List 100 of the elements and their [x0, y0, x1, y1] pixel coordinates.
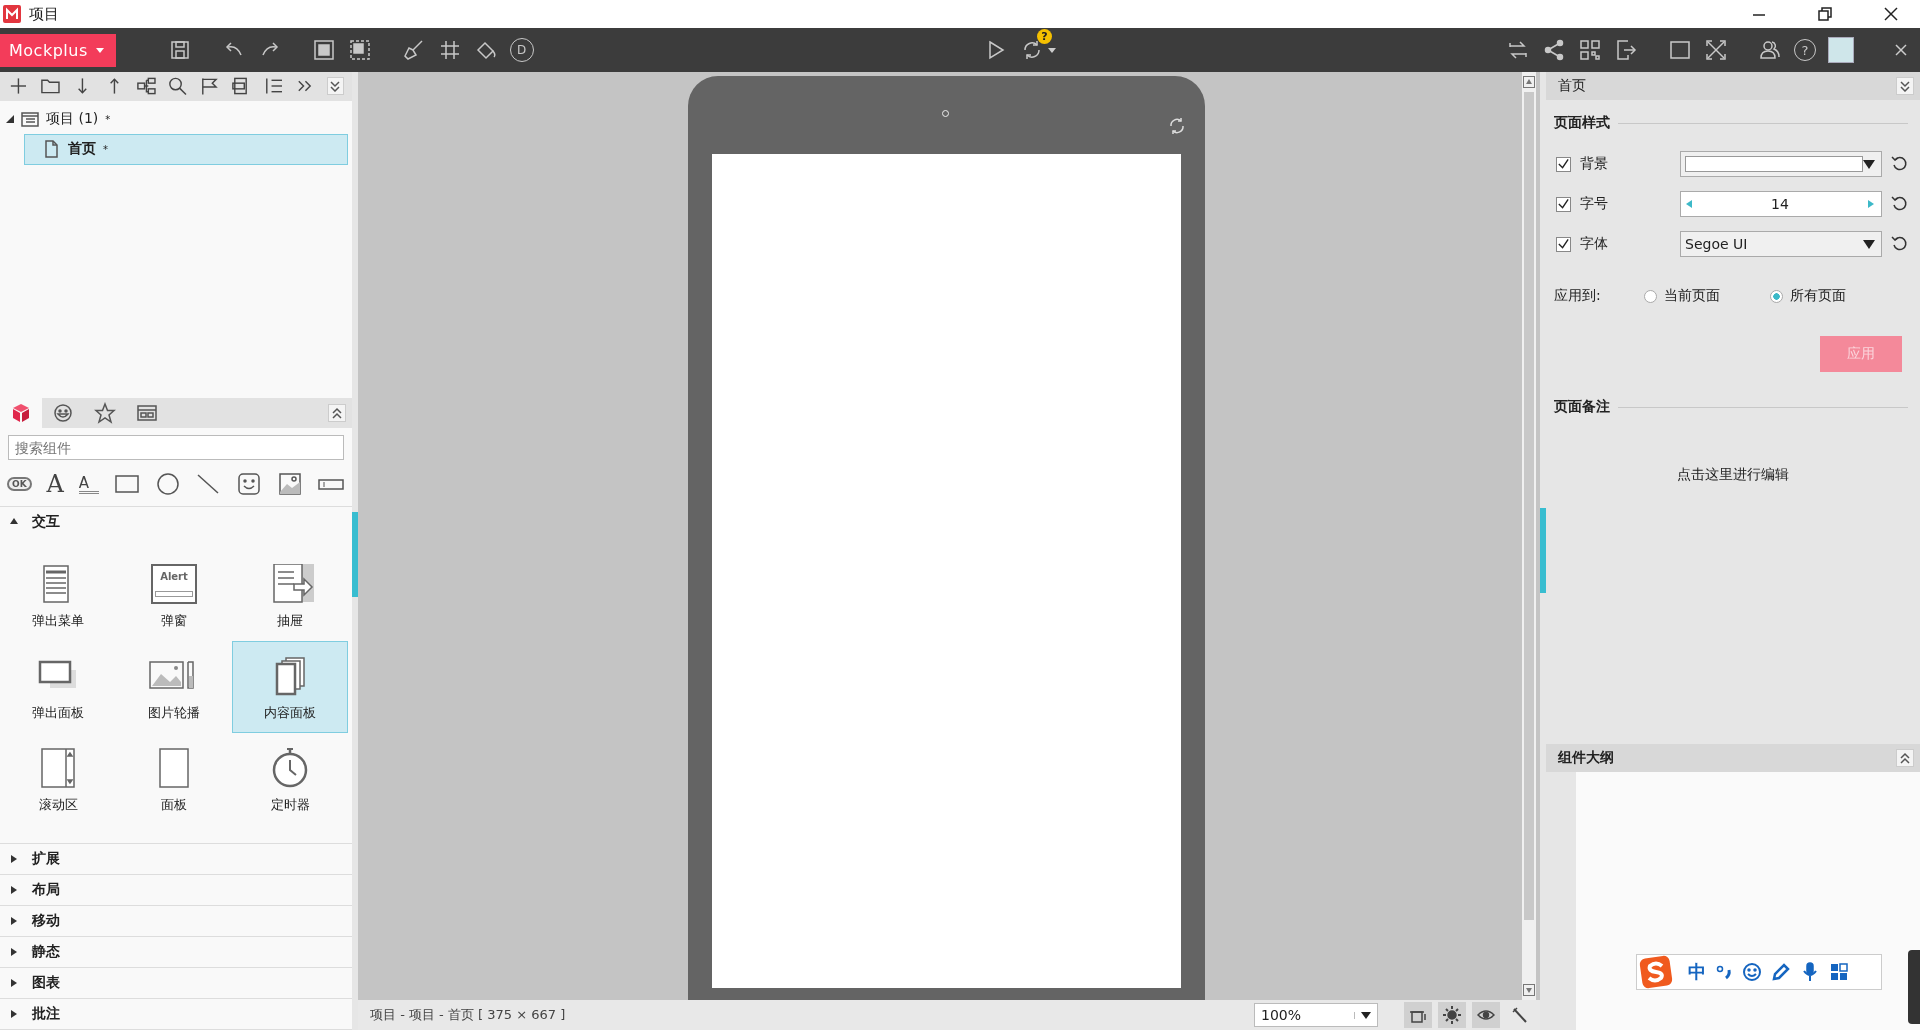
layout-icon — [136, 402, 158, 424]
collapse-button[interactable] — [326, 77, 344, 96]
fullscreen-icon[interactable] — [1704, 38, 1728, 62]
notes-placeholder[interactable]: 点击这里进行编辑 — [1677, 466, 1789, 484]
expand-triangle-icon — [10, 886, 18, 894]
collapse-button[interactable] — [1896, 749, 1914, 767]
checkbox[interactable] — [1556, 156, 1571, 172]
smiley-icon — [52, 402, 74, 424]
modified-mark: * — [103, 143, 108, 155]
punctuation-icon[interactable] — [1715, 963, 1733, 981]
expand-triangle-icon — [10, 518, 18, 526]
component-item[interactable]: 定时器 — [232, 733, 348, 825]
component-item[interactable]: 弹出菜单 — [0, 549, 116, 641]
logo-icon — [3, 5, 21, 23]
cube-icon — [10, 402, 32, 424]
smiley-icon[interactable] — [1742, 962, 1762, 982]
modified-mark: * — [105, 113, 111, 125]
checkmark-icon — [1557, 197, 1570, 211]
language-mode-toggle[interactable]: 中 — [1688, 960, 1706, 984]
scrollbar[interactable] — [1522, 72, 1536, 1000]
qr-code-icon[interactable] — [1578, 38, 1602, 62]
collapse-button[interactable] — [328, 404, 346, 422]
page-icon — [43, 140, 61, 159]
caret-icon — [95, 47, 104, 53]
image-icon[interactable] — [277, 472, 304, 496]
brightness-button[interactable] — [1438, 1002, 1466, 1028]
export-icon[interactable] — [1614, 38, 1638, 62]
checkbox[interactable] — [1556, 196, 1571, 212]
tree-item[interactable]: 首页 * — [24, 133, 348, 165]
component-item[interactable]: 弹出面板 — [0, 641, 116, 733]
color-picker[interactable] — [1680, 151, 1882, 177]
expand-triangle-icon — [10, 979, 18, 987]
brush-icon[interactable] — [401, 38, 426, 62]
checkbox[interactable] — [1556, 236, 1571, 252]
help-badge: ? — [1036, 29, 1052, 44]
double-chevron-down-icon — [1899, 80, 1911, 92]
component-item[interactable]: 抽屉 — [232, 549, 348, 641]
collapse-button[interactable] — [1896, 77, 1914, 95]
double-chevron-down-icon — [329, 80, 342, 93]
radio-option[interactable]: 所有页面 — [1770, 287, 1896, 305]
expand-triangle-icon — [10, 917, 18, 925]
mockplus-menu-button[interactable]: Mockplus — [0, 33, 116, 67]
component-item[interactable]: Alert 弹窗 — [116, 549, 232, 641]
zoom-dropdown[interactable]: 100% — [1254, 1003, 1378, 1027]
window-title: 项目 — [29, 4, 59, 24]
double-chevron-up-icon — [1899, 752, 1911, 764]
expand-triangle-icon — [10, 948, 18, 956]
field-label: 字体 — [1580, 235, 1609, 253]
dropdown-arrow-icon — [1354, 1011, 1371, 1019]
radio-option[interactable]: 当前页面 — [1644, 287, 1770, 305]
component-item[interactable]: 图片轮播 — [116, 641, 232, 733]
circle-icon[interactable] — [154, 472, 181, 496]
close-icon[interactable] — [1882, 5, 1900, 23]
radio-button[interactable] — [1644, 289, 1657, 303]
component-item[interactable]: 内容面板 — [232, 641, 348, 733]
star-icon — [94, 402, 116, 424]
font-dropdown[interactable]: Segoe UI — [1680, 231, 1882, 257]
checkmark-icon — [1557, 157, 1570, 171]
device-frame-button[interactable] — [1404, 1002, 1432, 1028]
flag-icon[interactable] — [199, 75, 221, 98]
component-item[interactable]: 滚动区 — [0, 733, 116, 825]
restore-icon[interactable] — [1816, 5, 1834, 23]
paragraph-widget[interactable]: A — [78, 474, 99, 494]
splitter-handle[interactable] — [352, 72, 358, 1030]
field-label: 字号 — [1580, 195, 1609, 213]
caret-icon[interactable] — [1047, 47, 1056, 53]
users-icon[interactable] — [1758, 38, 1782, 62]
wrench-icon — [1511, 1006, 1529, 1024]
radio-button[interactable] — [1770, 289, 1783, 303]
ungroup-icon[interactable] — [347, 38, 372, 62]
field-label: 背景 — [1580, 155, 1609, 173]
button-widget[interactable]: OK — [7, 477, 32, 491]
text-widget[interactable]: A — [46, 472, 64, 496]
scroll-down-icon — [1523, 984, 1535, 996]
breadcrumb-path: 项目 - 项目 - 首页 [ 375 × 667 ] — [370, 1006, 566, 1024]
double-chevron-up-icon — [331, 407, 343, 419]
component-item[interactable]: 面板 — [116, 733, 232, 825]
panel-title: 首页 — [1558, 77, 1586, 95]
dropdown-arrow-icon — [1863, 239, 1875, 249]
share-icon[interactable] — [1542, 38, 1566, 62]
rectangle-icon[interactable] — [1668, 38, 1692, 62]
splitter-handle[interactable] — [1540, 72, 1546, 1030]
section-title: 组件大纲 — [1558, 749, 1614, 767]
preview-button[interactable] — [1472, 1002, 1500, 1028]
pencil-icon[interactable] — [1771, 962, 1791, 982]
search-icon[interactable] — [167, 75, 189, 98]
toolbox-icon[interactable] — [1829, 962, 1849, 982]
alert-dialog-icon: Alert — [151, 564, 197, 604]
apply-to-label: 应用到: — [1554, 287, 1602, 305]
dropdown-arrow-icon — [1863, 159, 1875, 169]
rectangle-icon[interactable] — [113, 472, 140, 496]
s-logo-icon[interactable] — [1639, 955, 1673, 989]
tree-item[interactable]: 项目 (1) * — [0, 104, 352, 134]
microphone-icon[interactable] — [1800, 962, 1820, 982]
group-icon[interactable] — [311, 38, 336, 62]
section-title: 页面备注 — [1554, 398, 1610, 416]
scroll-up-icon — [1523, 76, 1535, 88]
search-field[interactable]: 搜索组件 — [8, 435, 344, 460]
expand-triangle-icon[interactable] — [6, 115, 14, 124]
smiley-icon[interactable] — [236, 472, 263, 496]
